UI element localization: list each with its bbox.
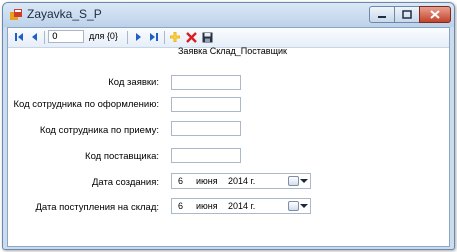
- record-count-label: для {0}: [89, 31, 118, 41]
- arrival-date-picker[interactable]: 6 июня 2014 г.: [171, 198, 311, 214]
- app-window: Zayavka_S_P 0 для {0} Заявка Склад_Поста…: [2, 2, 455, 250]
- arrival-date-label: Дата поступления на склад:: [35, 202, 159, 213]
- date-month: июня: [196, 201, 218, 211]
- form-client-area: 0 для {0} Заявка Склад_Поставщик Код зая…: [7, 27, 450, 247]
- close-icon: [430, 10, 440, 19]
- close-button[interactable]: [419, 6, 451, 23]
- date-year: 2014 г.: [228, 176, 256, 186]
- last-record-icon: [150, 33, 158, 41]
- supplier-code-label: Код поставщика:: [85, 151, 159, 162]
- calendar-icon[interactable]: [288, 176, 299, 186]
- maximize-icon: [402, 10, 412, 19]
- receiving-employee-code-input[interactable]: [171, 121, 241, 136]
- receiving-employee-code-label: Код сотрудника по приему:: [39, 125, 159, 136]
- toolbar-separator: [44, 31, 45, 44]
- minimize-icon: [378, 15, 386, 18]
- registration-employee-code-label: Код сотрудника по оформлению:: [13, 99, 159, 110]
- form-title: Заявка Склад_Поставщик: [178, 46, 287, 56]
- calendar-icon[interactable]: [288, 201, 299, 211]
- date-month: июня: [196, 176, 218, 186]
- move-first-button[interactable]: [12, 30, 26, 44]
- date-year: 2014 г.: [228, 201, 256, 211]
- save-button[interactable]: [200, 30, 214, 44]
- previous-record-icon: [32, 33, 37, 41]
- creation-date-picker[interactable]: 6 июня 2014 г.: [171, 173, 311, 189]
- request-code-input[interactable]: [171, 75, 241, 90]
- move-last-button[interactable]: [147, 30, 161, 44]
- app-icon: [10, 9, 22, 20]
- first-record-icon: [15, 33, 23, 41]
- add-new-button[interactable]: [168, 30, 182, 44]
- supplier-code-input[interactable]: [171, 148, 241, 163]
- add-icon: [170, 32, 180, 42]
- title-bar[interactable]: Zayavka_S_P: [3, 3, 454, 27]
- delete-icon: [185, 31, 197, 43]
- delete-button[interactable]: [184, 30, 198, 44]
- position-input[interactable]: 0: [48, 30, 84, 43]
- maximize-button[interactable]: [394, 6, 420, 23]
- creation-date-label: Дата создания:: [91, 177, 159, 188]
- request-code-label: Код заявки:: [108, 77, 159, 88]
- chevron-down-icon[interactable]: [300, 204, 308, 208]
- move-previous-button[interactable]: [28, 30, 42, 44]
- window-title: Zayavka_S_P: [27, 7, 102, 21]
- save-icon: [202, 32, 212, 42]
- chevron-down-icon[interactable]: [300, 179, 308, 183]
- toolbar-separator: [164, 31, 165, 44]
- date-day: 6: [178, 176, 184, 186]
- move-next-button[interactable]: [131, 30, 145, 44]
- registration-employee-code-input[interactable]: [171, 97, 241, 112]
- minimize-button[interactable]: [369, 6, 395, 23]
- next-record-icon: [136, 33, 141, 41]
- date-day: 6: [178, 201, 184, 211]
- binding-navigator: 0 для {0}: [8, 28, 449, 48]
- toolbar-separator: [127, 31, 128, 44]
